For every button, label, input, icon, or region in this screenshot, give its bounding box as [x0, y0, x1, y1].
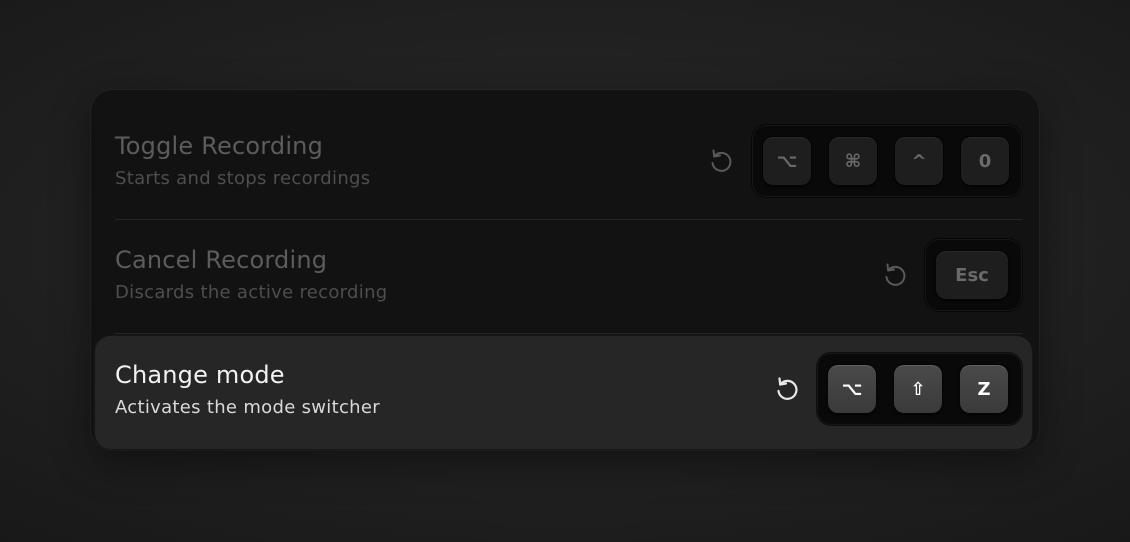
key-control[interactable]: ^ — [895, 137, 943, 185]
shortcut-description: Discards the active recording — [115, 282, 388, 303]
shortcut-row-cancel-recording[interactable]: Cancel Recording Discards the active rec… — [91, 218, 1039, 332]
shortcut-description: Starts and stops recordings — [115, 168, 371, 189]
key-0[interactable]: 0 — [961, 137, 1009, 185]
shortcut-row-toggle-recording[interactable]: Toggle Recording Starts and stops record… — [91, 90, 1039, 218]
key-shift[interactable]: ⇧ — [894, 365, 942, 413]
key-combo[interactable]: Esc — [925, 239, 1022, 311]
shortcut-title: Cancel Recording — [115, 246, 328, 274]
key-command[interactable]: ⌘ — [829, 137, 877, 185]
row-divider — [115, 333, 1022, 334]
key-z[interactable]: Z — [960, 365, 1008, 413]
shortcuts-panel: Toggle Recording Starts and stops record… — [91, 90, 1039, 450]
shortcut-description: Activates the mode switcher — [115, 397, 380, 418]
key-option[interactable]: ⌥ — [763, 137, 811, 185]
reset-icon[interactable] — [706, 146, 736, 176]
key-option[interactable]: ⌥ — [828, 365, 876, 413]
shortcut-title: Toggle Recording — [115, 132, 324, 160]
key-combo[interactable]: ⌥ ⌘ ^ 0 — [752, 125, 1022, 197]
reset-icon[interactable] — [880, 260, 910, 290]
reset-icon[interactable] — [772, 374, 802, 404]
key-escape[interactable]: Esc — [936, 251, 1008, 299]
key-combo[interactable]: ⌥ ⇧ Z — [817, 353, 1022, 425]
shortcut-title: Change mode — [115, 361, 285, 389]
shortcut-row-change-mode[interactable]: Change mode Activates the mode switcher … — [95, 336, 1032, 449]
